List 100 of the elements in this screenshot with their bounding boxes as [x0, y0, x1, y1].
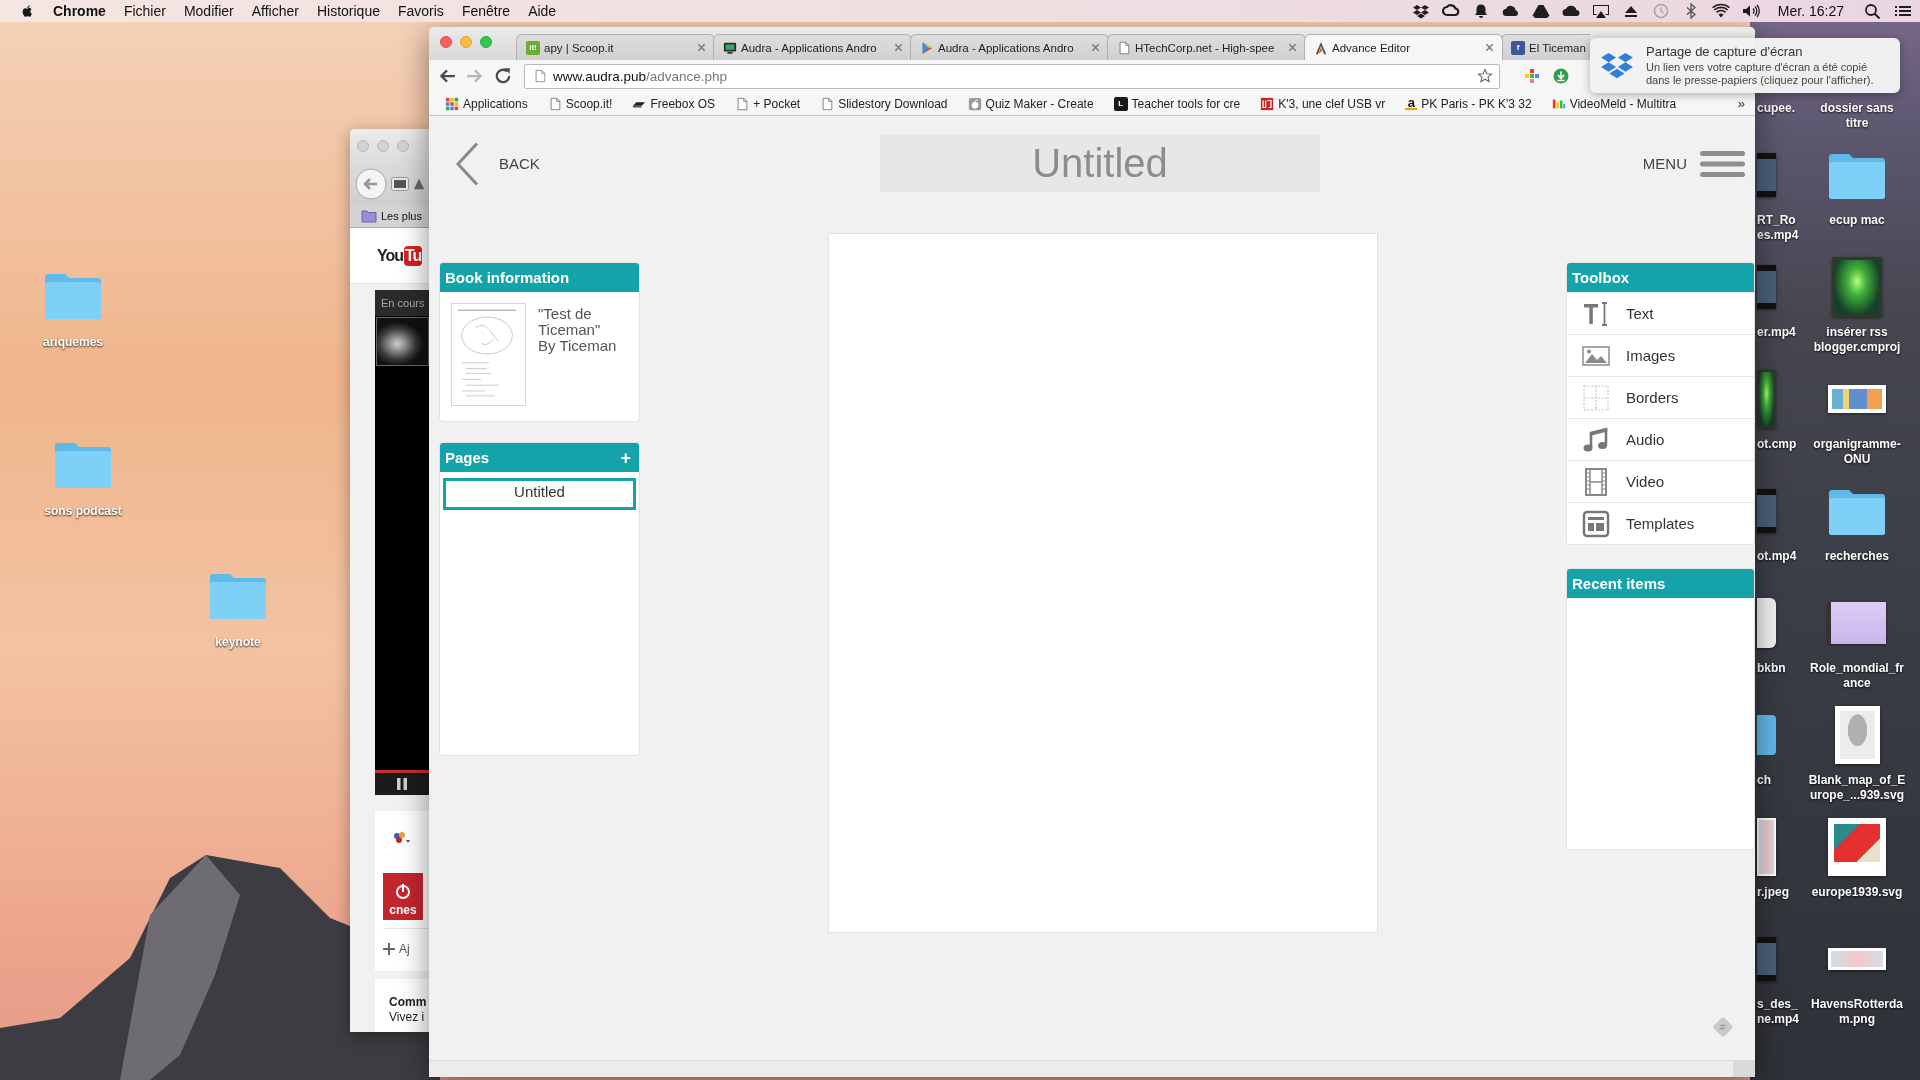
map-thumbnail[interactable]: [1834, 706, 1880, 764]
icon-label[interactable]: ot.mp4: [1757, 549, 1801, 564]
icon-label[interactable]: europe1939.svg: [1808, 885, 1906, 900]
clock-text[interactable]: Mer. 16:27: [1777, 3, 1844, 19]
icon-label[interactable]: organigramme-ONU: [1808, 437, 1906, 467]
icon-label[interactable]: Blank_map_of_Europe_...939.svg: [1808, 773, 1906, 803]
image-thumbnail[interactable]: [1757, 818, 1776, 876]
book-cover-thumbnail[interactable]: [451, 303, 526, 406]
more-bookmarks-button[interactable]: »: [1737, 96, 1745, 111]
icon-label[interactable]: Role_mondial_france: [1808, 661, 1906, 691]
project-thumbnail[interactable]: [1832, 257, 1882, 317]
close-icon[interactable]: [894, 43, 903, 52]
apple-icon[interactable]: [20, 3, 35, 19]
browser-tab[interactable]: f El Ticeman: [1501, 34, 1590, 60]
close-icon[interactable]: [1288, 43, 1297, 52]
toolbox-item[interactable]: Text: [1567, 292, 1754, 334]
toolbox-item[interactable]: Video: [1567, 460, 1754, 502]
notification-banner[interactable]: Partage de capture d'écran Un lien vers votre capture d'écran a été copié dans le presse-papiers (cliquez pour l'afficher).: [1590, 38, 1900, 93]
bookmark-link[interactable]: Applications: [445, 96, 528, 111]
cloud-icon[interactable]: [1501, 3, 1520, 19]
icon-label[interactable]: ch: [1757, 773, 1801, 788]
site-logo[interactable]: YouTu: [377, 245, 423, 266]
close-icon[interactable]: [1485, 43, 1494, 52]
icon-label[interactable]: insérer rss blogger.cmproj: [1808, 325, 1906, 355]
bookmark-link[interactable]: K'3, une clef USB vr: [1260, 96, 1386, 111]
bookmark-link[interactable]: Slidestory Download: [820, 96, 948, 111]
horizontal-scrollbar[interactable]: [429, 1060, 1755, 1077]
reload-button[interactable]: [494, 67, 512, 85]
video-thumbnail[interactable]: [1757, 153, 1776, 197]
icon-label[interactable]: bkbn: [1757, 661, 1801, 676]
icon-label[interactable]: HavensRotterdam.png: [1808, 997, 1906, 1027]
toolbox-item[interactable]: Borders: [1567, 376, 1754, 418]
video-thumbnail[interactable]: [1757, 937, 1776, 981]
page-item[interactable]: Untitled: [443, 478, 636, 510]
menu-item[interactable]: Afficher: [251, 3, 299, 19]
browser-tab[interactable]: Advance Editor: [1304, 34, 1503, 60]
wifi-icon[interactable]: [1711, 3, 1730, 19]
box-icon[interactable]: [1411, 3, 1430, 19]
cloud-icon[interactable]: [1561, 3, 1580, 19]
bookmark-link[interactable]: Les plus: [381, 210, 422, 222]
video-thumbnail[interactable]: [1757, 265, 1776, 309]
menu-item[interactable]: Historique: [316, 3, 380, 19]
menu-item[interactable]: Modifier: [183, 3, 234, 19]
color-squares-icon[interactable]: [1524, 68, 1540, 84]
menu-item[interactable]: Fenêtre: [461, 3, 511, 19]
list-icon[interactable]: [1894, 3, 1912, 19]
search-icon[interactable]: [1864, 3, 1882, 19]
browser-tab[interactable]: Audra - Applications Andro: [713, 34, 912, 60]
browser-tab[interactable]: HTechCorp.net - High-spee: [1107, 34, 1306, 60]
cloud-ring-icon[interactable]: [1441, 3, 1460, 19]
browser-tab[interactable]: it! apy | Scoop.it: [516, 34, 715, 60]
triangle-icon[interactable]: [1531, 3, 1550, 19]
document-thumbnail[interactable]: [1757, 598, 1776, 648]
sidebar-button[interactable]: [391, 177, 409, 191]
bookmark-link[interactable]: Quiz Maker - Create: [967, 96, 1094, 111]
download-icon[interactable]: [1553, 68, 1569, 84]
bookmark-link[interactable]: Scoop.it!: [547, 96, 613, 111]
pause-button[interactable]: [397, 778, 407, 790]
window-close-button[interactable]: [440, 36, 452, 48]
browser-tab[interactable]: Audra - Applications Andro: [910, 34, 1109, 60]
chart-thumbnail[interactable]: [1828, 385, 1886, 413]
video-thumbnail[interactable]: [1757, 489, 1776, 533]
bookmark-folder-icon[interactable]: [361, 209, 377, 223]
close-icon[interactable]: [697, 43, 706, 52]
add-link[interactable]: Aj: [383, 942, 410, 956]
map-thumbnail[interactable]: [1828, 818, 1886, 876]
icon-label[interactable]: er.mp4: [1757, 325, 1801, 340]
menu-item[interactable]: Aide: [528, 3, 557, 19]
speaker-icon[interactable]: [1741, 3, 1760, 19]
menu-item[interactable]: Fichier: [123, 3, 166, 19]
back-button[interactable]: [438, 67, 456, 85]
project-thumbnail[interactable]: [1757, 370, 1776, 428]
bookmark-link[interactable]: Freebox OS: [632, 96, 716, 111]
icon-label[interactable]: recherches: [1808, 549, 1906, 564]
bookmark-link[interactable]: + Pocket: [735, 96, 801, 111]
close-icon[interactable]: [1091, 43, 1100, 52]
icon-label[interactable]: r.jpeg: [1757, 885, 1801, 900]
icon-label[interactable]: dossier sans titre: [1808, 101, 1906, 131]
color-dots-icon[interactable]: [393, 831, 411, 845]
photo-placeholder[interactable]: [376, 317, 429, 366]
slide-thumbnail[interactable]: [1828, 602, 1886, 644]
back-button[interactable]: BACK: [455, 141, 540, 186]
screen-share-icon[interactable]: [1591, 3, 1610, 19]
icon-label[interactable]: s_des_ ne.mp4: [1757, 997, 1801, 1027]
bookmark-link[interactable]: a PK Paris - PK K'3 32: [1405, 96, 1532, 111]
window-zoom-button[interactable]: [480, 36, 492, 48]
icon-label[interactable]: RT_Ro es.mp4: [1757, 213, 1801, 243]
bookmark-link[interactable]: VideoMeld - Multitra: [1551, 96, 1677, 111]
app-menu[interactable]: Chrome: [53, 3, 106, 19]
star-icon[interactable]: [1477, 68, 1493, 84]
bookmark-link[interactable]: L Teacher tools for cre: [1113, 96, 1241, 111]
menu-item[interactable]: Favoris: [397, 3, 444, 19]
toolbox-item[interactable]: Images: [1567, 334, 1754, 376]
forward-button[interactable]: [466, 67, 484, 85]
icon-label[interactable]: ecup mac: [1808, 213, 1906, 228]
menu-button[interactable]: MENU: [1642, 150, 1745, 177]
toolbox-item[interactable]: Templates: [1567, 502, 1754, 544]
channel-logo[interactable]: cnes: [383, 873, 423, 920]
address-field[interactable]: www.audra.pub/advance.php: [524, 63, 1500, 89]
icon-label[interactable]: cupee.: [1757, 101, 1801, 116]
